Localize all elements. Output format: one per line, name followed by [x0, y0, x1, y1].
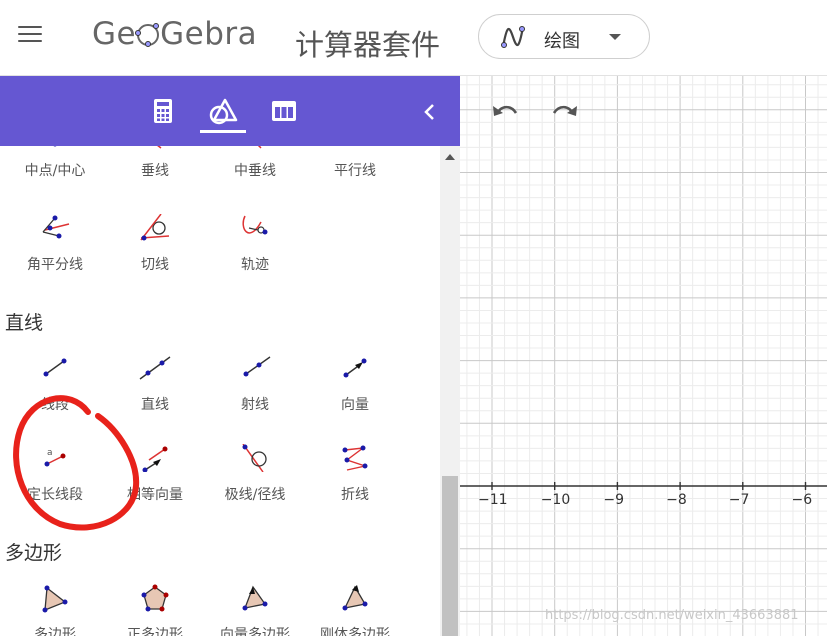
x-tick-label: −7: [728, 492, 750, 508]
vector-icon: [343, 358, 367, 378]
tool-label: 中点/中心: [24, 163, 86, 179]
tool-label: 定长线段: [27, 487, 83, 503]
perpendicular-line-icon: [157, 146, 162, 149]
collapse-panel-icon[interactable]: [420, 100, 440, 124]
tool-polygon[interactable]: 多边形: [10, 584, 100, 636]
regular-polygon-icon: [141, 584, 169, 612]
tool-label: 相等向量: [127, 487, 183, 503]
app-title: 计算器套件: [295, 28, 441, 62]
table-icon[interactable]: [269, 96, 299, 126]
undo-icon[interactable]: [490, 100, 520, 124]
calculator-icon[interactable]: [148, 96, 178, 126]
x-tick-label: −11: [478, 492, 508, 508]
tool-line[interactable]: 直线: [110, 354, 200, 416]
tool-label: 射线: [241, 397, 269, 413]
tool-label: 刚体多边形: [320, 627, 390, 636]
tool-label: 极线/径线: [224, 487, 286, 503]
x-tick-label: −8: [666, 492, 687, 508]
segment-fixed-length-icon: a: [44, 448, 66, 467]
tool-perpendicular-line[interactable]: 垂线: [110, 146, 200, 204]
svg-text:a: a: [47, 448, 53, 458]
logo-ring-icon: [135, 23, 160, 47]
geometry-tools-icon[interactable]: [208, 96, 238, 126]
x-tick-label: −9: [603, 492, 625, 508]
tool-label: 直线: [141, 397, 169, 413]
ray-icon: [243, 356, 271, 377]
tool-label: 折线: [341, 487, 369, 503]
section-title-polygons: 多边形: [5, 542, 63, 564]
segment-icon: [43, 358, 67, 377]
tool-label: 线段: [41, 397, 69, 413]
tool-segment[interactable]: 线段: [10, 354, 100, 416]
tool-angle-bisector[interactable]: 角平分线: [10, 214, 100, 276]
tool-vector-from-point[interactable]: 相等向量: [110, 444, 200, 506]
tool-regular-polygon[interactable]: 正多边形: [110, 584, 200, 636]
tangents-icon: [140, 214, 170, 241]
polygon-icon: [42, 585, 68, 613]
menu-icon[interactable]: [18, 26, 42, 44]
tool-label: 角平分线: [27, 257, 83, 273]
tool-rigid-polygon[interactable]: 刚体多边形: [310, 584, 400, 636]
tool-label: 向量多边形: [220, 627, 290, 636]
tool-perpendicular-bisector[interactable]: 中垂线: [210, 146, 300, 204]
tools-scrollbar[interactable]: [440, 146, 460, 636]
tool-segment-fixed-length[interactable]: a 定长线段: [10, 444, 100, 506]
app-picker-label: 绘图: [544, 31, 580, 52]
perpendicular-bisector-icon: [257, 146, 262, 149]
tool-parallel-line[interactable]: 平行线: [310, 146, 400, 204]
angle-bisector-icon: [42, 215, 70, 239]
tool-locus[interactable]: 轨迹: [210, 214, 300, 276]
scrollbar-thumb[interactable]: [442, 476, 458, 636]
section-title-lines: 直线: [5, 312, 44, 334]
tool-label: 轨迹: [241, 257, 269, 273]
coordinate-grid: [460, 76, 827, 636]
parallel-line-icon: [339, 146, 371, 156]
vector-from-point-icon: [142, 446, 168, 472]
tool-polar-diameter-line[interactable]: 极线/径线: [210, 444, 300, 506]
tool-label: 切线: [141, 257, 169, 273]
toolbar: [0, 76, 460, 146]
rigid-polygon-icon: [342, 585, 368, 611]
vector-polygon-icon: [242, 585, 268, 611]
tool-label: 向量: [341, 397, 369, 413]
graphics-view[interactable]: −11 −10 −9 −8 −7 −6: [460, 76, 827, 636]
tool-ray[interactable]: 射线: [210, 354, 300, 416]
graph-function-icon: [501, 26, 525, 48]
tools-panel: 中点/中心 垂线 中垂线 平行线 角平分线 切线 轨迹 直线 线段 直线 射线 …: [0, 146, 440, 636]
tool-label: 中垂线: [234, 163, 276, 179]
tool-midpoint[interactable]: 中点/中心: [10, 146, 100, 204]
tool-vector[interactable]: 向量: [310, 354, 400, 416]
tool-label: 平行线: [334, 163, 376, 179]
chevron-down-icon: [609, 34, 621, 40]
midpoint-icon: [53, 146, 57, 147]
scroll-up-arrow-icon[interactable]: [445, 154, 455, 160]
tool-label: 垂线: [141, 163, 169, 179]
active-tab-indicator: [200, 130, 246, 133]
geogebra-logo: Ge Gebra: [92, 16, 258, 52]
x-tick-label: −10: [540, 492, 571, 508]
app-picker-dropdown[interactable]: 绘图: [478, 14, 650, 59]
tool-label: 多边形: [34, 627, 76, 636]
tool-polyline[interactable]: 折线: [310, 444, 400, 506]
redo-icon[interactable]: [550, 100, 580, 124]
x-tick-label: −6: [791, 492, 813, 508]
polar-line-icon: [242, 444, 267, 472]
locus-icon: [242, 215, 268, 235]
watermark-text: https://blog.csdn.net/weixin_43663881: [545, 608, 799, 623]
polyline-icon: [342, 445, 368, 471]
tool-label: 正多边形: [127, 627, 183, 636]
app-header: Ge Gebra 计算器套件 绘图: [0, 0, 827, 76]
tool-vector-polygon[interactable]: 向量多边形: [210, 584, 300, 636]
tool-tangents[interactable]: 切线: [110, 214, 200, 276]
line-icon: [139, 356, 171, 380]
